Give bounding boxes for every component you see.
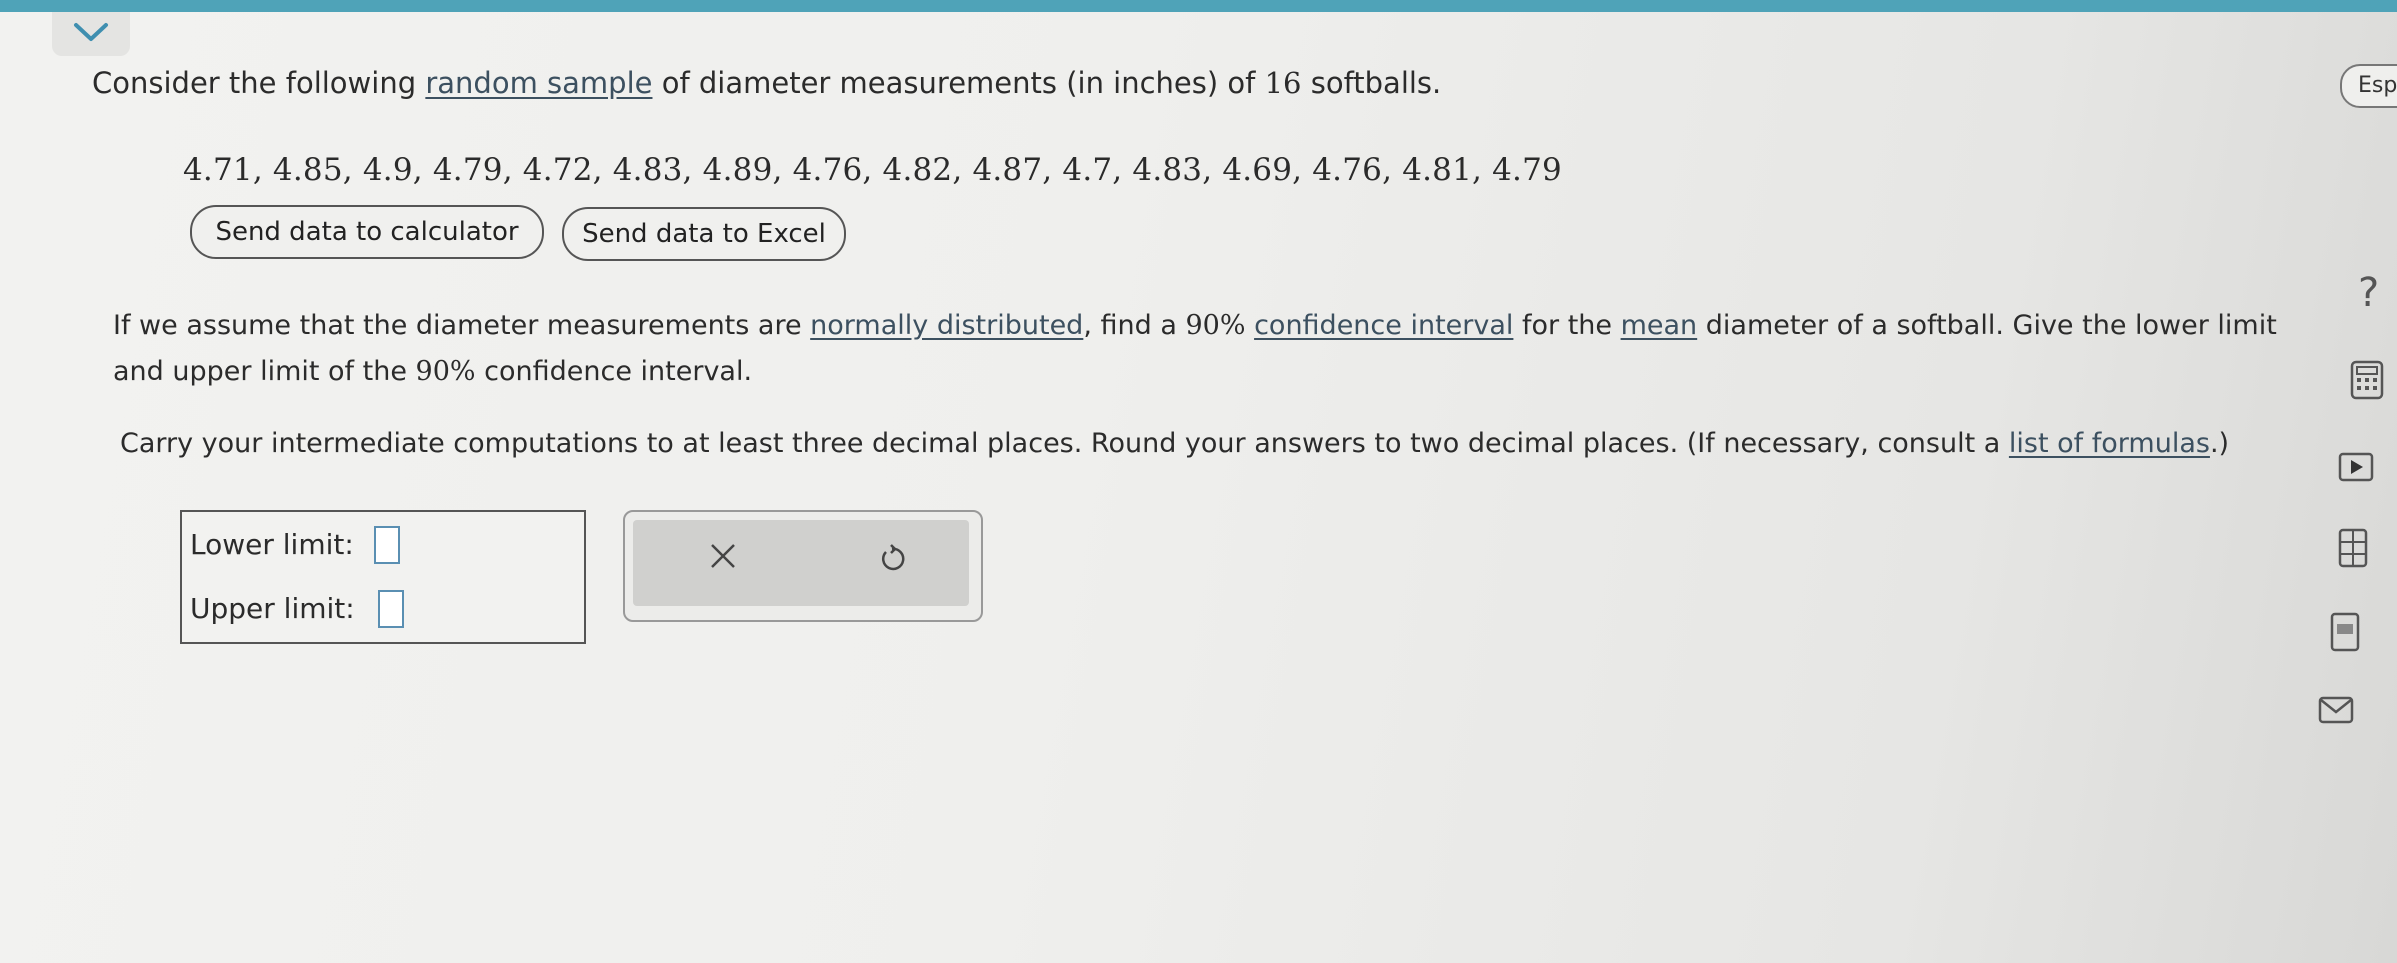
collapse-toggle[interactable] <box>52 12 130 56</box>
mean-link[interactable]: mean <box>1621 310 1698 341</box>
p2-text: confidence interval. <box>475 356 753 387</box>
mail-icon[interactable] <box>2318 696 2354 724</box>
p2-text: diameter of a softball. Give the lower l… <box>1697 310 2277 341</box>
upper-limit-input[interactable] <box>378 590 404 628</box>
answer-box: Lower limit: Upper limit: <box>180 510 586 644</box>
p2-text: , find a <box>1083 310 1186 341</box>
p2-text: and upper limit of the <box>113 356 416 387</box>
lower-limit-input[interactable] <box>374 526 400 564</box>
p2-text <box>1245 310 1254 341</box>
question-paragraph-line2: and upper limit of the 90% confidence in… <box>113 356 752 387</box>
language-toggle-button[interactable]: Espa <box>2340 64 2397 108</box>
intro-text-end: softballs. <box>1301 66 1442 100</box>
question-paragraph-line1: If we assume that the diameter measureme… <box>113 310 2277 341</box>
upper-limit-label: Upper limit: <box>190 592 355 625</box>
intro-text-mid: of diameter measurements (in inches) of <box>652 66 1265 100</box>
undo-icon[interactable] <box>877 544 907 574</box>
send-to-excel-button[interactable]: Send data to Excel <box>562 207 846 261</box>
question-intro: Consider the following random sample of … <box>92 66 1441 100</box>
lower-limit-label: Lower limit: <box>190 528 354 561</box>
instructions-text-end: .) <box>2209 428 2230 459</box>
chevron-down-icon <box>74 23 108 41</box>
confidence-interval-link[interactable]: confidence interval <box>1254 310 1513 341</box>
random-sample-link[interactable]: random sample <box>425 66 652 100</box>
sample-size: 16 <box>1264 66 1302 100</box>
answer-controls <box>623 510 983 622</box>
confidence-level: 90% <box>415 356 476 387</box>
calculator-icon[interactable] <box>2350 360 2384 400</box>
p2-text: If we assume that the diameter measureme… <box>113 310 811 341</box>
question-page: Espa Consider the following random sampl… <box>0 12 2397 963</box>
instructions-text: Carry your intermediate computations to … <box>120 428 2009 459</box>
list-of-formulas-link[interactable]: list of formulas <box>2009 428 2210 459</box>
clear-icon[interactable] <box>709 542 737 570</box>
data-table-icon[interactable] <box>2336 528 2370 568</box>
data-values: 4.71, 4.85, 4.9, 4.79, 4.72, 4.83, 4.89,… <box>183 152 1562 188</box>
normally-distributed-link[interactable]: normally distributed <box>810 310 1083 341</box>
video-icon[interactable] <box>2338 452 2374 482</box>
send-to-calculator-button[interactable]: Send data to calculator <box>190 205 544 259</box>
help-button[interactable]: ? <box>2358 270 2379 316</box>
intro-text: Consider the following <box>92 66 426 100</box>
glossary-icon[interactable] <box>2328 612 2362 652</box>
p2-text: for the <box>1513 310 1621 341</box>
instructions-paragraph: Carry your intermediate computations to … <box>120 428 2229 459</box>
controls-panel <box>633 520 969 606</box>
confidence-level: 90% <box>1185 310 1246 341</box>
